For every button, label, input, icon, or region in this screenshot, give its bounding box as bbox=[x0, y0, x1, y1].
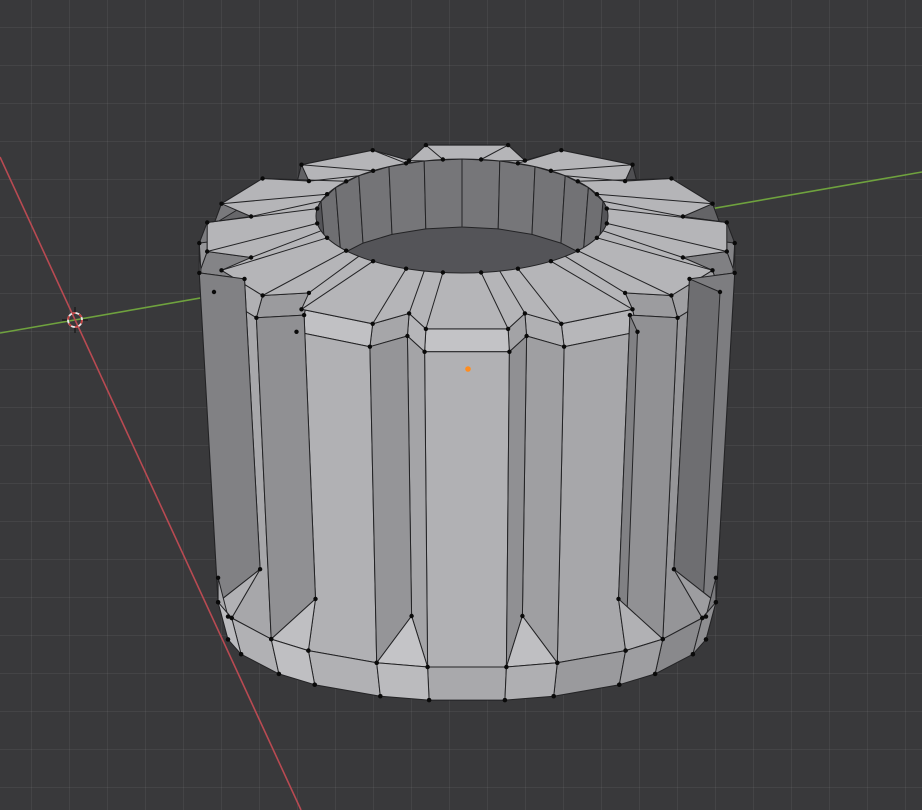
mesh-faces[interactable] bbox=[198, 144, 736, 701]
3d-viewport[interactable] bbox=[0, 0, 922, 810]
viewport-canvas[interactable] bbox=[0, 0, 922, 810]
mesh-object[interactable] bbox=[197, 142, 737, 703]
selected-vertex[interactable] bbox=[465, 366, 471, 372]
